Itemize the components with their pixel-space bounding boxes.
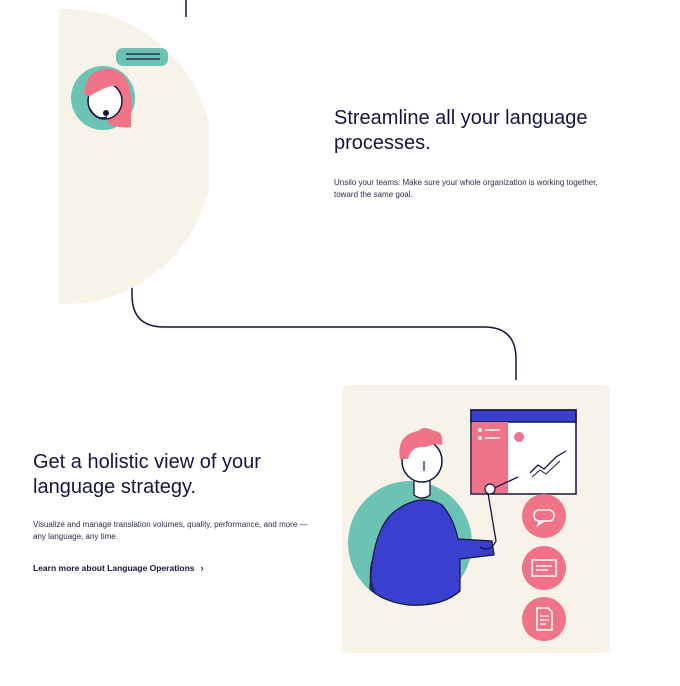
learn-more-label: Learn more about Language Operations: [33, 563, 195, 573]
chevron-right-icon: ›: [200, 563, 204, 573]
learn-more-link[interactable]: Learn more about Language Operations ›: [33, 563, 323, 573]
file-icon: [522, 597, 566, 641]
section-description: Unsilo your teams: Make sure your whole …: [334, 178, 598, 199]
document-list-icon: [522, 546, 566, 590]
analytics-illustration: [342, 385, 610, 653]
section-title: Get a holistic view of your language str…: [33, 451, 261, 498]
section-streamline: Streamline all your language processes. …: [334, 106, 624, 201]
dashboard-window-icon: [470, 409, 577, 495]
support-illustration: [59, 9, 213, 304]
section-title: Streamline all your language processes.: [334, 107, 588, 154]
section-description: Visualize and manage translation volumes…: [33, 520, 308, 541]
chat-bubble-icon: [116, 48, 168, 66]
chat-icon: [522, 494, 566, 538]
section-holistic-view: Get a holistic view of your language str…: [33, 450, 323, 573]
